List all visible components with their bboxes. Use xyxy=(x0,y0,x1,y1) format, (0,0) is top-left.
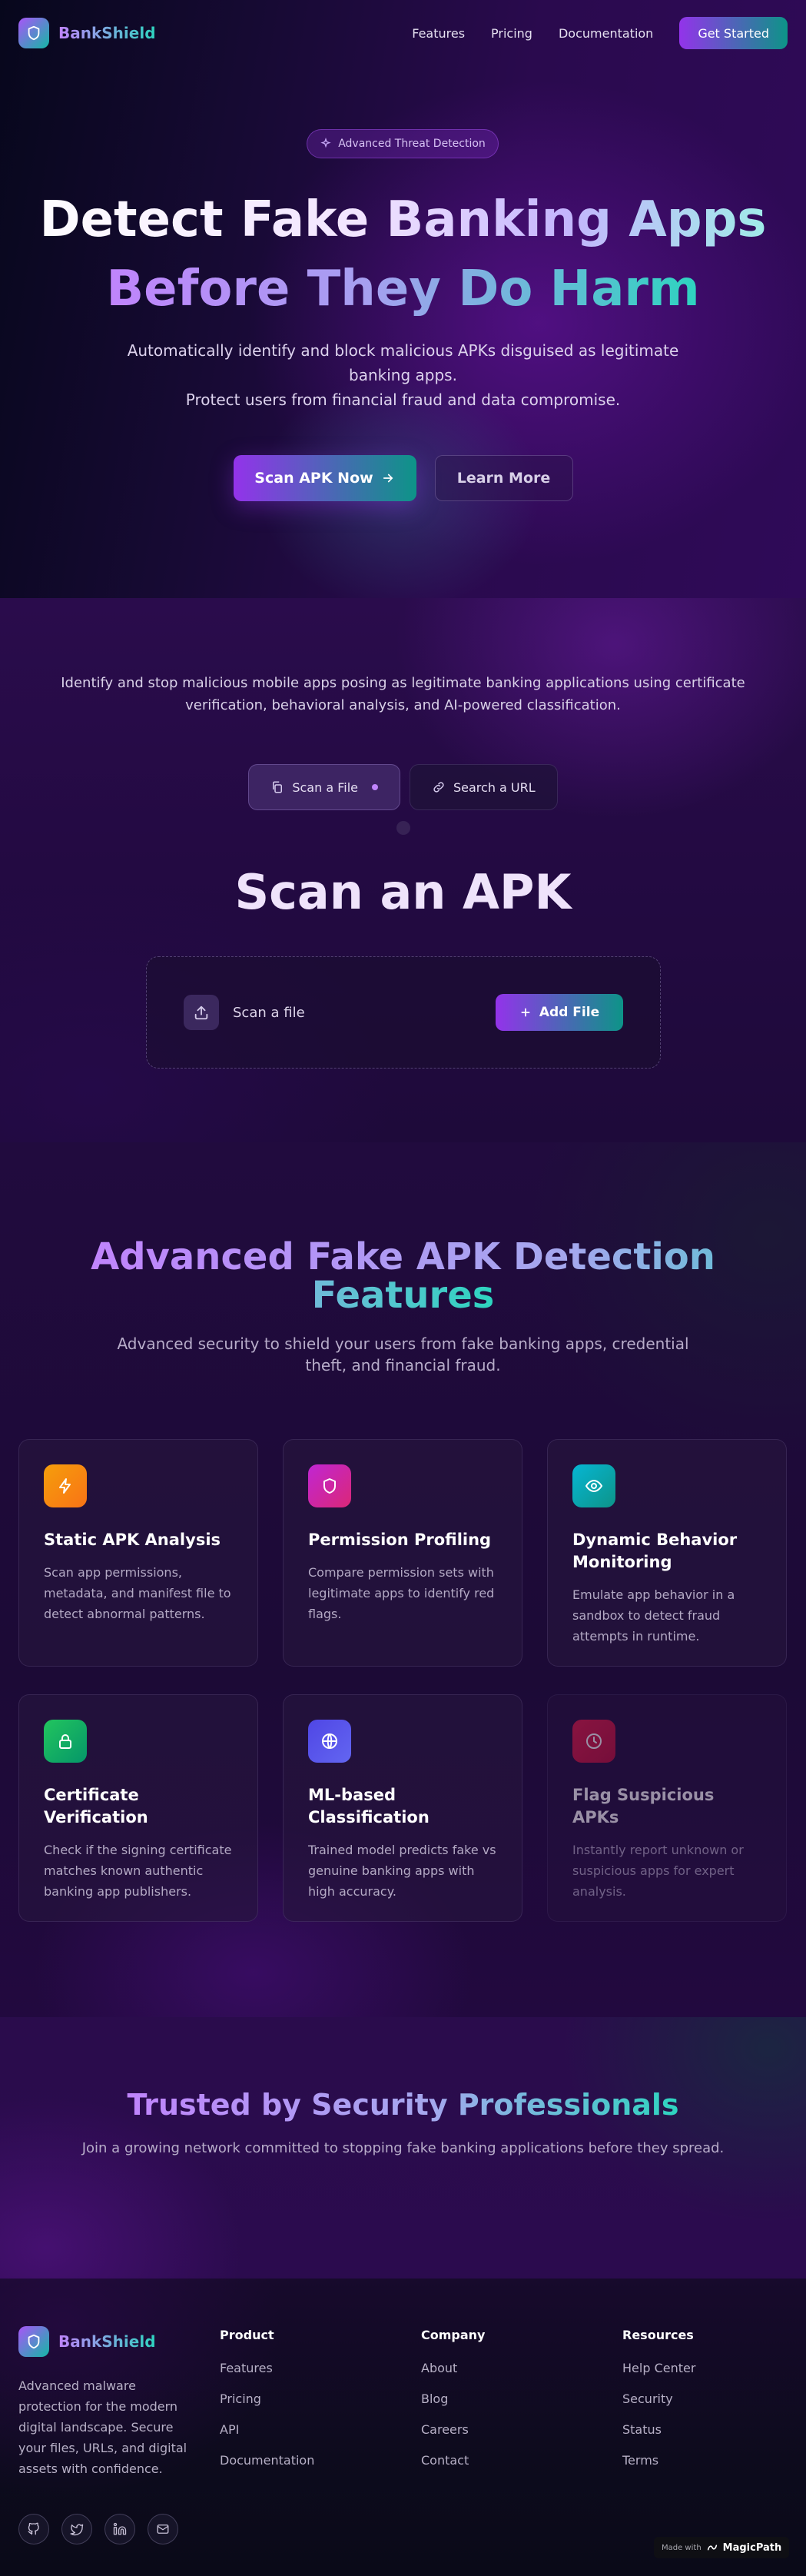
footer-link-contact[interactable]: Contact xyxy=(421,2453,485,2484)
footer-column-title: Resources xyxy=(622,2328,694,2342)
hero-title-line2: Before They Do Harm xyxy=(106,261,700,317)
feature-title: Permission Profiling xyxy=(308,1531,492,1549)
plus-icon xyxy=(519,1006,532,1019)
features-section: Advanced Fake APK Detection Features Adv… xyxy=(0,1142,806,2017)
features-subtitle: Advanced security to shield your users f… xyxy=(117,1335,689,1374)
hero-title-line1: Detect Fake Banking Apps xyxy=(0,189,806,251)
twitter-icon[interactable] xyxy=(61,2514,92,2544)
globe-icon xyxy=(308,1720,351,1763)
footer-link-status[interactable]: Status xyxy=(622,2422,695,2453)
sparkle-icon xyxy=(320,138,332,150)
top-nav: BankShield Features Pricing Documentatio… xyxy=(0,0,806,66)
footer-about: Advanced malware protection for the mode… xyxy=(18,2378,187,2476)
scan-heading: Scan an APK xyxy=(234,864,572,920)
tab-search-url[interactable]: Search a URL xyxy=(409,764,558,810)
lock-icon xyxy=(44,1720,87,1763)
feature-desc: Check if the signing certificate matches… xyxy=(44,1843,232,1899)
feature-desc: Instantly report unknown or suspicious a… xyxy=(572,1843,744,1899)
shield-logo-icon xyxy=(18,18,49,48)
footer-link-terms[interactable]: Terms xyxy=(622,2453,695,2484)
footer-column-product: Product Features Pricing API Documentati… xyxy=(220,2328,314,2484)
add-file-button[interactable]: Add File xyxy=(496,994,623,1031)
github-icon[interactable] xyxy=(18,2514,49,2544)
feature-desc: Trained model predicts fake vs genuine b… xyxy=(308,1843,496,1899)
feature-desc: Compare permission sets with legitimate … xyxy=(308,1565,495,1621)
footer-link-api[interactable]: API xyxy=(220,2422,314,2453)
feature-card-flag-suspicious: Flag Suspicious APKs Instantly report un… xyxy=(547,1694,787,1922)
hero-section: Advanced Threat Detection Detect Fake Ba… xyxy=(0,0,806,598)
hero-subtitle: Automatically identify and block malicio… xyxy=(127,341,679,409)
scan-intro: Identify and stop malicious mobile apps … xyxy=(61,675,745,713)
feature-desc: Scan app permissions, metadata, and mani… xyxy=(44,1565,231,1621)
footer-link-careers[interactable]: Careers xyxy=(421,2422,485,2453)
footer-link-about[interactable]: About xyxy=(421,2361,485,2392)
learn-more-button[interactable]: Learn More xyxy=(434,455,573,501)
feature-card-static-apk: Static APK Analysis Scan app permissions… xyxy=(18,1439,258,1667)
footer-link-security[interactable]: Security xyxy=(622,2392,695,2422)
shield-icon xyxy=(308,1464,351,1507)
footer-link-pricing[interactable]: Pricing xyxy=(220,2392,314,2422)
threat-detection-badge: Advanced Threat Detection xyxy=(307,129,499,158)
made-with-badge[interactable]: Made with MagicPath xyxy=(654,2537,790,2558)
feature-title: Dynamic Behavior Monitoring xyxy=(572,1531,738,1571)
footer-column-resources: Resources Help Center Security Status Te… xyxy=(622,2328,695,2484)
tab-scan-file[interactable]: Scan a File xyxy=(248,764,400,810)
file-copy-icon xyxy=(270,780,284,794)
footer-link-documentation[interactable]: Documentation xyxy=(220,2453,314,2484)
scan-section: Identify and stop malicious mobile apps … xyxy=(0,598,806,1142)
drop-label: Scan a file xyxy=(233,1004,305,1021)
scan-apk-now-button[interactable]: Scan APK Now xyxy=(233,455,416,501)
feature-title: Static APK Analysis xyxy=(44,1531,221,1549)
arrow-right-icon xyxy=(381,471,395,485)
badge-label: Advanced Threat Detection xyxy=(338,138,486,150)
upload-icon xyxy=(184,995,219,1030)
file-drop-zone[interactable]: Scan a file Add File xyxy=(146,956,661,1069)
footer-column-title: Company xyxy=(421,2328,486,2342)
footer-link-features[interactable]: Features xyxy=(220,2361,314,2392)
brand-name: BankShield xyxy=(58,24,156,42)
trust-subtitle: Join a growing network committed to stop… xyxy=(81,2140,725,2156)
footer-link-blog[interactable]: Blog xyxy=(421,2392,485,2422)
feature-card-dynamic-behavior: Dynamic Behavior Monitoring Emulate app … xyxy=(547,1439,787,1667)
scan-tabs: Scan a File Search a URL xyxy=(0,764,806,810)
footer-column-company: Company About Blog Careers Contact xyxy=(421,2328,485,2484)
feature-desc: Emulate app behavior in a sandbox to det… xyxy=(572,1587,735,1644)
feature-title: Flag Suspicious APKs xyxy=(572,1786,715,1826)
feature-card-ml-classification: ML-based Classification Trained model pr… xyxy=(283,1694,522,1922)
feature-card-permission-profiling: Permission Profiling Compare permission … xyxy=(283,1439,522,1667)
nav-link-pricing[interactable]: Pricing xyxy=(491,26,532,41)
feature-title: Certificate Verification xyxy=(44,1786,148,1826)
nav-link-documentation[interactable]: Documentation xyxy=(559,26,653,41)
eye-icon xyxy=(572,1464,615,1507)
footer-link-help-center[interactable]: Help Center xyxy=(622,2361,695,2392)
lightning-icon xyxy=(44,1464,87,1507)
brand[interactable]: BankShield xyxy=(18,18,156,48)
features-title: Advanced Fake APK Detection Features xyxy=(91,1235,715,1317)
nav-links: Features Pricing Documentation Get Start… xyxy=(412,17,788,49)
trust-title: Trusted by Security Professionals xyxy=(127,2088,679,2122)
linkedin-icon[interactable] xyxy=(104,2514,135,2544)
get-started-button[interactable]: Get Started xyxy=(679,17,788,49)
trust-section: Trusted by Security Professionals Join a… xyxy=(0,2017,806,2279)
feature-title: ML-based Classification xyxy=(308,1786,430,1826)
hero-actions: Scan APK Now Learn More xyxy=(0,455,806,501)
footer: BankShield Advanced malware protection f… xyxy=(0,2279,806,2576)
link-icon xyxy=(432,780,446,794)
footer-brand-name: BankShield xyxy=(58,2332,156,2351)
clock-icon xyxy=(572,1720,615,1763)
tab-pointer xyxy=(396,821,410,835)
footer-column-title: Product xyxy=(220,2328,274,2342)
social-links xyxy=(18,2514,178,2544)
active-indicator xyxy=(371,784,378,790)
shield-logo-icon xyxy=(18,2326,49,2357)
feature-card-certificate: Certificate Verification Check if the si… xyxy=(18,1694,258,1922)
magicpath-logo-icon xyxy=(706,2541,718,2554)
nav-link-features[interactable]: Features xyxy=(412,26,465,41)
footer-brand[interactable]: BankShield xyxy=(18,2326,156,2357)
mail-icon[interactable] xyxy=(148,2514,178,2544)
